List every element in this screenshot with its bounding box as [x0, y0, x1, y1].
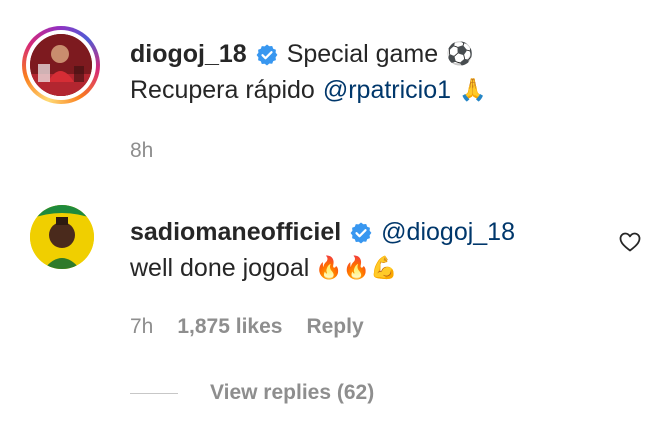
post-timestamp[interactable]: 8h: [130, 139, 153, 163]
comment-author-avatar[interactable]: [30, 205, 94, 269]
reply-button[interactable]: Reply: [306, 315, 363, 339]
comment-timestamp[interactable]: 7h: [130, 315, 153, 339]
soccer-ball-emoji: ⚽: [446, 41, 474, 67]
comment-mention-link[interactable]: @diogoj_18: [381, 218, 515, 247]
post-author-avatar-ring[interactable]: [22, 26, 100, 104]
comment-author-username[interactable]: sadiomaneofficiel: [130, 218, 341, 247]
post-caption-line1: diogoj_18 Special game ⚽: [130, 40, 474, 69]
verified-badge-icon: [256, 44, 278, 65]
replies-divider-line: [130, 393, 178, 394]
fire-flexed-biceps-emojis: 🔥🔥💪: [315, 255, 398, 281]
view-replies-button[interactable]: View replies (62): [210, 381, 374, 405]
comment-body: well done jogoal 🔥🔥💪: [130, 254, 397, 283]
comment-header: sadiomaneofficiel @diogoj_18: [130, 218, 515, 247]
post-author-avatar[interactable]: [30, 34, 92, 96]
post-caption-line2: Recupera rápido @rpatricio1 🙏: [130, 76, 486, 105]
verified-badge-icon: [350, 222, 372, 243]
avatar-photo-player-yellow: [30, 205, 94, 269]
post-author-username[interactable]: diogoj_18: [130, 40, 247, 69]
post-caption-text-2: Recupera rápido: [130, 76, 315, 104]
avatar-ring-gap: [26, 30, 96, 100]
praying-hands-emoji: 🙏: [459, 77, 487, 103]
avatar-photo-player-red: [30, 34, 92, 96]
comment-meta: 7h 1,875 likes Reply: [130, 315, 364, 339]
mention-link[interactable]: @rpatricio1: [323, 76, 451, 105]
comment-text: well done jogoal: [130, 254, 310, 282]
heart-outline-icon[interactable]: [618, 230, 642, 254]
comment-likes-count[interactable]: 1,875 likes: [177, 315, 282, 339]
post-caption-text: Special game: [286, 40, 439, 68]
